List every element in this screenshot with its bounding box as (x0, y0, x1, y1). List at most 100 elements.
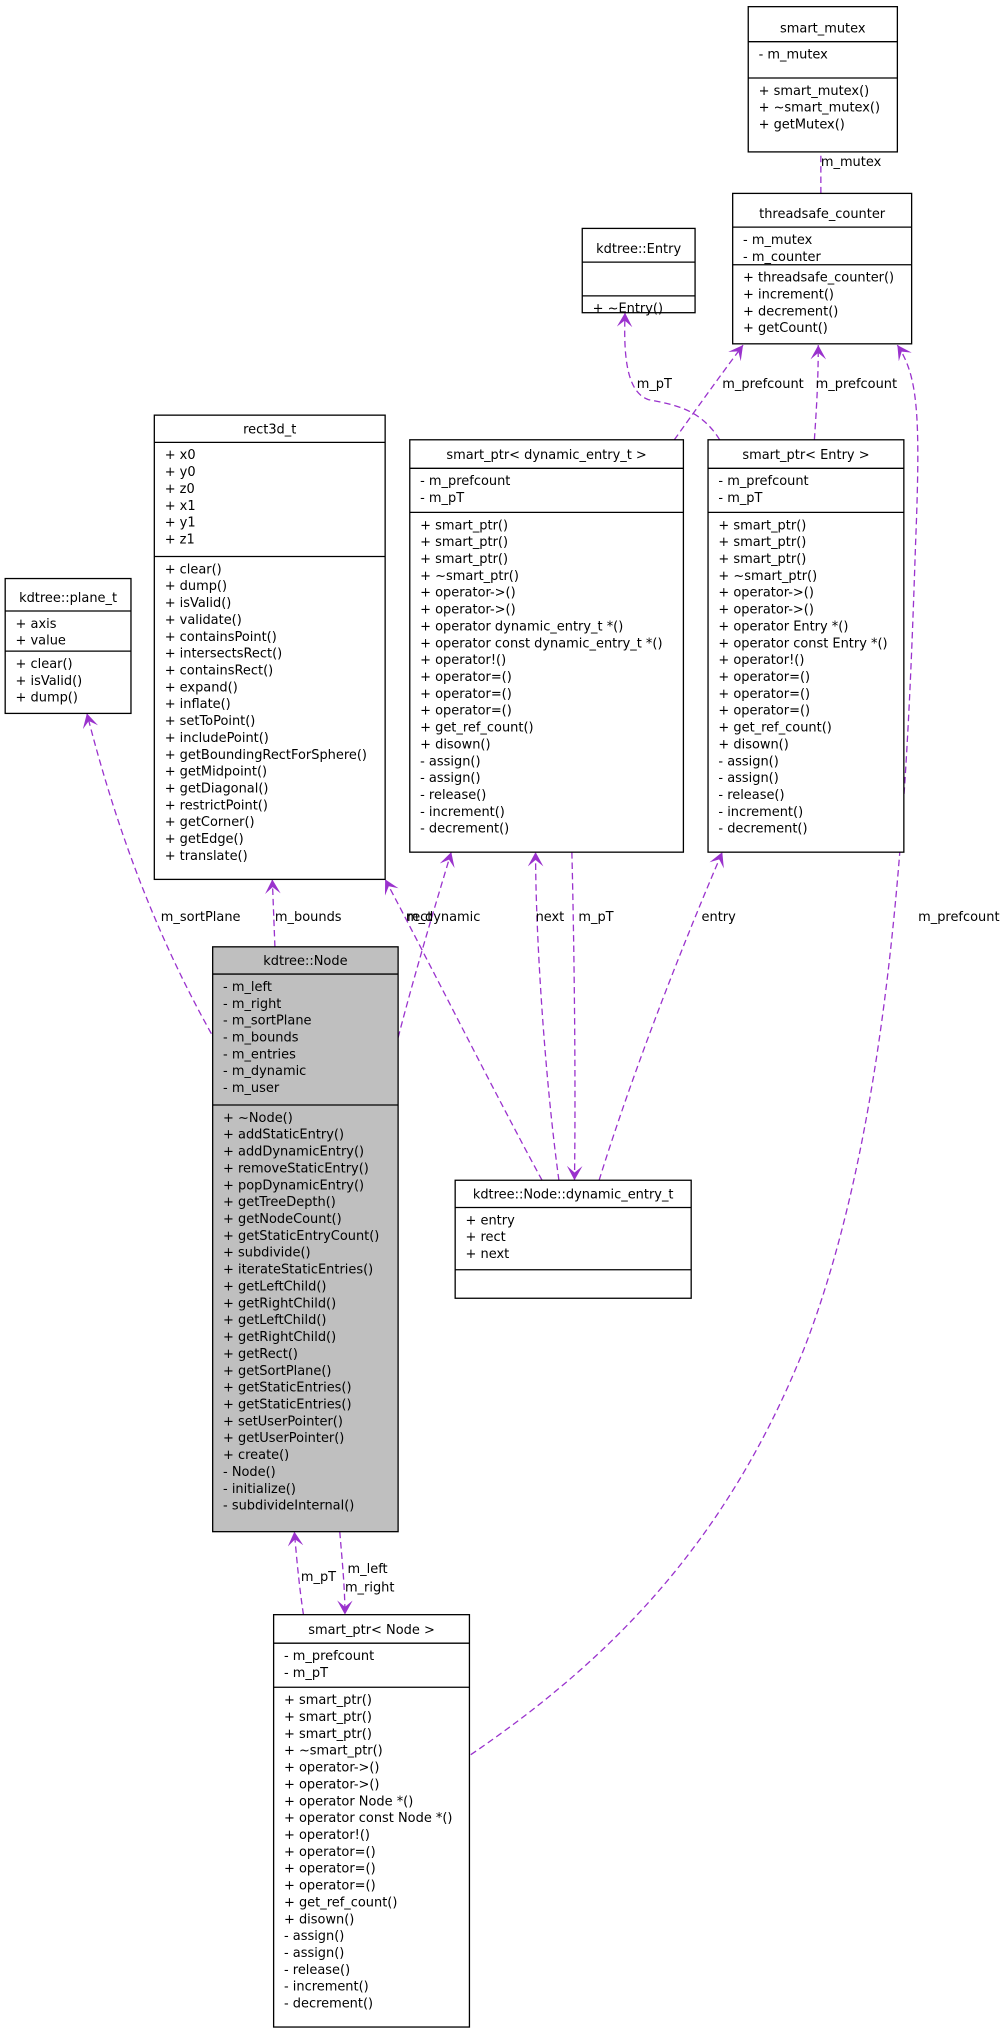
class-method: + ~smart_ptr() (718, 569, 817, 584)
class-attribute: - m_counter (743, 250, 821, 265)
class-method: + setUserPointer() (223, 1414, 343, 1429)
edge-line (397, 851, 455, 1038)
edge-label: rect (407, 910, 432, 925)
class-method: + disown() (420, 737, 490, 752)
class-method: + operator!() (420, 653, 506, 668)
class-method: + translate() (165, 849, 248, 864)
class-name: smart_ptr< Entry > (742, 448, 869, 463)
class-method: + smart_ptr() (420, 552, 508, 567)
class-method: - decrement() (718, 822, 807, 837)
edge-dyn_entry-to-sp_dyn: next (527, 852, 564, 1181)
class-method: + getTreeDepth() (223, 1195, 336, 1210)
edge-line (527, 852, 560, 1181)
class-attribute: - m_prefcount (284, 1649, 374, 1664)
class-name: smart_ptr< Node > (308, 1623, 435, 1638)
class-method: + operator->() (420, 603, 515, 618)
class-method: + ~Node() (223, 1111, 293, 1126)
class-method: + validate() (165, 613, 242, 628)
class-method: + smart_ptr() (420, 518, 508, 533)
class-method: + containsPoint() (165, 630, 277, 645)
class-box-dyn_entry[interactable]: kdtree::Node::dynamic_entry_t+ entry+ re… (454, 1179, 692, 1299)
classes-layer: smart_mutex - m_mutex + smart_mutex() + ~sm… (4, 6, 913, 2028)
class-method: + inflate() (165, 697, 231, 712)
class-method: + getCorner() (165, 815, 255, 830)
class-method: + subdivide() (223, 1246, 311, 1261)
class-method: + dump() (165, 579, 227, 594)
class-method: + disown() (718, 737, 788, 752)
class-method: + addStaticEntry() (223, 1128, 344, 1143)
class-method: + restrictPoint() (165, 798, 268, 813)
edge-label: m_prefcount (918, 910, 999, 925)
class-box-sp_dyn[interactable]: smart_ptr< dynamic_entry_t > - m_prefcoun… (409, 439, 685, 853)
edge-sp_dyn-to-threadsafe_counter: m_prefcount (673, 344, 804, 441)
class-attribute: + z1 (165, 533, 195, 548)
edge-node-to-sp_node: m_left m_right (337, 1531, 394, 1615)
class-method: + getMutex() (759, 118, 845, 133)
class-method: - decrement() (284, 1997, 373, 2012)
class-box-rect3d[interactable]: rect3d_t + x0 + y0 + z0 + x1 + y1 + z1 + clear(… (153, 414, 386, 881)
class-attribute: - m_left (223, 980, 272, 995)
class-method: + get_ref_count() (718, 721, 831, 736)
class-method: + clear() (16, 657, 73, 672)
class-attribute: + entry (466, 1213, 516, 1228)
edge-label: entry (702, 910, 737, 925)
class-method: + clear() (165, 562, 222, 577)
class-box-node[interactable]: kdtree::Node- m_left- m_right- m_sortPla… (212, 946, 399, 1533)
class-method: + iterateStaticEntries() (223, 1263, 373, 1278)
edge-line (810, 345, 827, 440)
class-method: + getMidpoint() (165, 765, 267, 780)
edge-label: m_pT (301, 1570, 336, 1585)
class-method: + ~smart_mutex() (759, 101, 880, 116)
class-method: + operator=() (718, 687, 810, 702)
edge-label: m_pT (637, 377, 672, 392)
class-box-smart_mutex[interactable]: smart_mutex - m_mutex + smart_mutex() + ~sm… (747, 6, 899, 153)
class-attribute: - m_user (223, 1081, 280, 1096)
class-method: - release() (284, 1963, 350, 1978)
class-method: + getBoundingRectForSphere() (165, 748, 367, 763)
class-method: + operator Entry *() (718, 619, 848, 634)
edge-label: m_left (348, 1562, 388, 1577)
edge-label: m_prefcount (722, 377, 803, 392)
class-method: + dump() (16, 691, 78, 706)
class-box-entry[interactable]: kdtree::Entry+ ~Entry() (581, 227, 696, 317)
edge-node-to-sp_dyn: m_dynamic (397, 851, 480, 1038)
class-method: + isValid() (16, 674, 83, 689)
edge-dyn_entry-to-sp_entry: entry (598, 851, 737, 1181)
class-method: - assign() (718, 771, 778, 786)
class-attribute: + y1 (165, 516, 196, 531)
edge-sp_entry-to-threadsafe_counter: m_prefcount (810, 345, 897, 440)
class-method: + get_ref_count() (420, 721, 533, 736)
class-attribute: + x1 (165, 499, 196, 514)
class-attribute: + z0 (165, 482, 195, 497)
class-box-frame (581, 227, 696, 314)
class-attribute: + value (16, 634, 66, 649)
class-box-sp_node[interactable]: smart_ptr< Node > - m_prefcount - m_pT + sm… (272, 1614, 471, 2028)
class-method: + smart_ptr() (284, 1727, 372, 1742)
class-attribute: - m_bounds (223, 1030, 299, 1045)
edge-label: m_prefcount (816, 377, 897, 392)
class-method: + create() (223, 1448, 289, 1463)
class-method: + operator const Entry *() (718, 636, 887, 651)
class-method: + operator->() (718, 586, 814, 601)
class-method: + operator=() (420, 704, 512, 719)
class-attribute: + next (466, 1247, 510, 1262)
class-attribute: - m_dynamic (223, 1064, 306, 1079)
class-method: + operator=() (284, 1862, 376, 1877)
edge-label: m_sortPlane (161, 910, 241, 925)
class-method: + operator->() (284, 1761, 380, 1776)
class-box-plane[interactable]: kdtree::plane_t+ axis+ value+ clear()+ i… (4, 577, 132, 715)
class-method: + ~smart_ptr() (420, 569, 519, 584)
class-method: + get_ref_count() (284, 1895, 397, 1910)
class-method: - increment() (420, 805, 505, 820)
class-method: + operator->() (718, 603, 814, 618)
class-attribute: - m_pT (420, 491, 464, 506)
class-method: + getUserPointer() (223, 1431, 344, 1446)
class-method: + threadsafe_counter() (743, 271, 894, 286)
class-box-sp_entry[interactable]: smart_ptr< Entry > - m_prefcount - m_pT + s… (707, 439, 905, 853)
class-attribute: + axis (16, 617, 57, 632)
class-box-threadsafe_counter[interactable]: threadsafe_counter - m_mutex - m_counter + … (732, 192, 913, 345)
class-method: - subdivideInternal() (223, 1499, 354, 1514)
class-method: + operator=() (284, 1845, 376, 1860)
class-method: + ~Entry() (593, 302, 663, 317)
class-method: + increment() (743, 287, 834, 302)
